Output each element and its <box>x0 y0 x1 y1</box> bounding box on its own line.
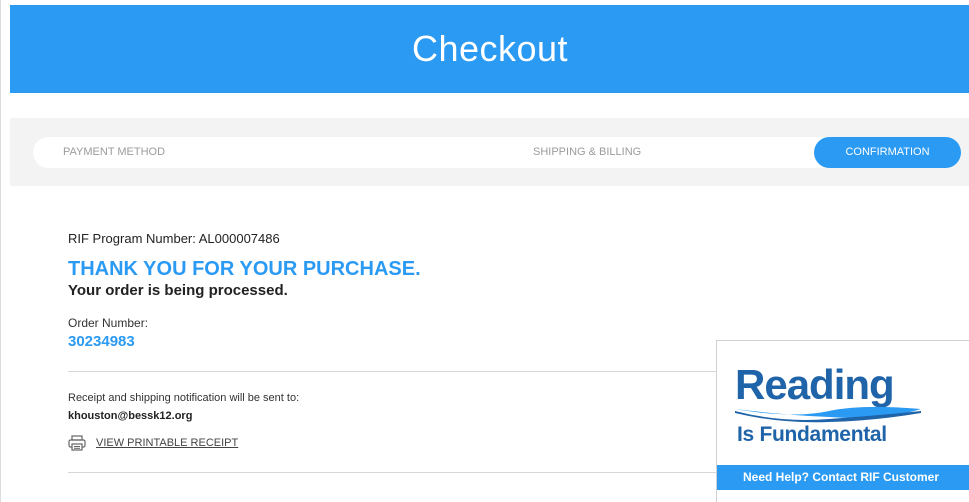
view-receipt-label: VIEW PRINTABLE RECEIPT <box>96 437 239 449</box>
contact-customer-button[interactable]: Need Help? Contact RIF Customer <box>717 465 969 490</box>
logo-fundamental-text: Is Fundamental <box>737 423 887 446</box>
thank-you-heading: THANK YOU FOR YOUR PURCHASE. <box>68 258 421 280</box>
progress-band: PAYMENT METHOD SHIPPING & BILLING CONFIR… <box>10 118 969 186</box>
checkout-steps: PAYMENT METHOD SHIPPING & BILLING CONFIR… <box>33 137 961 168</box>
step-confirmation[interactable]: CONFIRMATION <box>814 137 961 168</box>
page-title: Checkout <box>411 28 569 69</box>
page-frame: Checkout PAYMENT METHOD SHIPPING & BILLI… <box>0 0 969 502</box>
rif-logo: Reading Is Fundamental <box>735 361 955 451</box>
step-shipping-billing[interactable]: SHIPPING & BILLING <box>533 137 641 168</box>
order-status-text: Your order is being processed. <box>68 282 288 299</box>
logo-reading-text: Reading <box>735 361 895 408</box>
step-payment-method[interactable]: PAYMENT METHOD <box>63 137 165 168</box>
checkout-header: Checkout <box>10 5 969 93</box>
view-receipt-link[interactable]: VIEW PRINTABLE RECEIPT <box>68 434 238 452</box>
recipient-email: khouston@bessk12.org <box>68 410 193 422</box>
receipt-note: Receipt and shipping notification will b… <box>68 392 300 404</box>
printer-icon <box>68 435 86 451</box>
program-number: RIF Program Number: AL000007486 <box>68 231 280 246</box>
order-number-label: Order Number: <box>68 316 149 330</box>
order-number: 30234983 <box>68 333 135 350</box>
rif-help-panel: Reading Is Fundamental Need Help? Contac… <box>716 340 969 502</box>
